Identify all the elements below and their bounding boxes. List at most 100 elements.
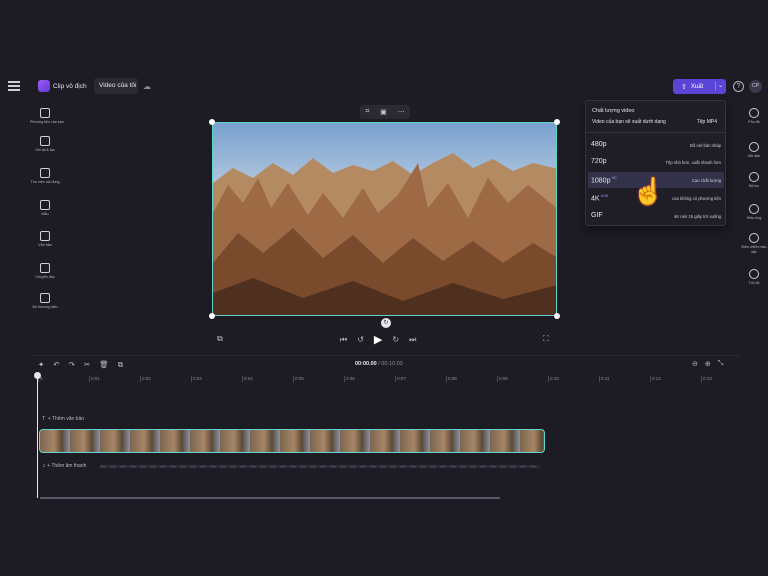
- quality-option-gif[interactable]: GIF 4K nén 15 giây trở xuống: [588, 208, 724, 224]
- templates-icon: [40, 200, 50, 210]
- zoom-in-icon[interactable]: ⊕: [705, 360, 711, 368]
- timeline-scrollbar[interactable]: [40, 497, 500, 499]
- resize-handle[interactable]: [209, 119, 215, 125]
- top-bar: Clip vô địch Video của tôi ☁ ⇧ Xuất ⌄ ? …: [8, 76, 768, 98]
- project-name-field[interactable]: Video của tôi: [94, 78, 138, 94]
- camera-icon: [40, 136, 50, 146]
- app-name: Clip vô địch: [53, 83, 87, 90]
- menu-subtitle: Video của bạn sẽ xuất dưới dạng: [592, 119, 666, 125]
- rotate-handle-icon[interactable]: ↻: [381, 318, 391, 328]
- ruler-tick: 0:08: [446, 376, 457, 382]
- help-icon[interactable]: ?: [733, 81, 744, 92]
- more-icon[interactable]: ⋯: [398, 108, 405, 116]
- hd-badge: HD: [611, 176, 617, 180]
- ruler-tick: 0:03: [191, 376, 202, 382]
- avatar[interactable]: CP: [749, 80, 762, 93]
- video-preview[interactable]: [212, 122, 557, 316]
- fit-icon[interactable]: ▣: [380, 108, 387, 116]
- undo-icon[interactable]: ↶: [53, 360, 59, 370]
- export-label: Xuất: [690, 83, 704, 90]
- magic-icon[interactable]: ✦: [38, 360, 44, 370]
- duplicate-icon[interactable]: ⧉: [118, 360, 123, 370]
- speed-icon: [749, 269, 759, 279]
- sidebar-item-fade[interactable]: Mờ dần: [740, 142, 768, 159]
- export-format: Tệp MP4: [696, 119, 717, 125]
- resize-handle[interactable]: [209, 313, 215, 319]
- music-icon: ♫: [42, 463, 46, 469]
- sidebar-item-media[interactable]: Phương tiện của bạn: [30, 108, 64, 125]
- screenshot-icon[interactable]: ⧉: [217, 334, 223, 344]
- export-button[interactable]: ⇧ Xuất ⌄: [673, 79, 726, 94]
- ruler-tick: 0:01: [89, 376, 100, 382]
- divider: [715, 82, 716, 91]
- timecode: 00:00.00 / 00:10.03: [355, 361, 403, 367]
- fit-timeline-icon[interactable]: ⤡: [718, 360, 724, 368]
- delete-icon[interactable]: 🗑: [99, 360, 109, 370]
- sidebar-item-text[interactable]: Văn bản: [30, 231, 60, 248]
- timeline-ruler: 0 0:01 0:02 0:03 0:04 0:05 0:06 0:07 0:0…: [38, 376, 738, 386]
- ruler-tick: 0:05: [293, 376, 304, 382]
- quality-option-480p[interactable]: 480p Đồ nét bản nháp: [588, 137, 724, 153]
- quality-option-720p[interactable]: 720p Tệp nhỏ hơn, xuất nhanh hơn: [588, 154, 724, 170]
- ruler-tick: 0:12: [650, 376, 661, 382]
- video-clip[interactable]: [39, 429, 545, 453]
- fullscreen-icon[interactable]: ⛶: [543, 334, 549, 344]
- option-description: 4K nén 15 giây trở xuống: [674, 214, 721, 219]
- option-description: Cao chất lượng: [691, 178, 721, 183]
- cloud-sync-icon[interactable]: ☁: [143, 82, 151, 91]
- forward-5-icon[interactable]: ↻: [392, 335, 399, 344]
- text-icon: [40, 231, 50, 241]
- app-logo-icon: [38, 80, 50, 92]
- playback-controls: ⏮ ↺ ▶ ↻ ⏭: [340, 333, 416, 346]
- sidebar-item-library[interactable]: Thư viện nội dung: [30, 168, 60, 185]
- sidebar-item-record[interactable]: Ghi lại & tạo: [30, 136, 60, 153]
- effects-icon: [749, 204, 759, 214]
- hoodoo-landscape: [213, 153, 556, 315]
- transitions-icon: [40, 263, 50, 273]
- menu-title: Chất lượng video: [592, 108, 635, 114]
- color-icon: [749, 233, 759, 243]
- sidebar-item-brand[interactable]: Bộ thương hiệu: [30, 293, 60, 310]
- hand-cursor-icon: ☝: [632, 176, 665, 206]
- preview-toolbar: ⌗ ▣ ⋯: [360, 105, 410, 119]
- play-icon[interactable]: ▶: [374, 333, 382, 346]
- brand-icon: [40, 293, 50, 303]
- option-resolution: 720p: [591, 158, 607, 165]
- ruler-tick: 0:06: [344, 376, 355, 382]
- upload-icon: ⇧: [681, 83, 687, 91]
- resize-handle[interactable]: [554, 313, 560, 319]
- ruler-tick: 0:04: [242, 376, 253, 382]
- sidebar-item-captions[interactable]: Phụ đề: [740, 108, 768, 125]
- ruler-tick: 0:10: [548, 376, 559, 382]
- option-resolution: GIF: [591, 212, 603, 219]
- cut-icon[interactable]: ✂: [84, 360, 90, 370]
- export-quality-menu: Chất lượng video Video của bạn sẽ xuất d…: [585, 100, 726, 226]
- sidebar-item-color[interactable]: Điều chỉnh màu sắc: [740, 233, 768, 254]
- skip-back-icon[interactable]: ⏮: [340, 335, 347, 345]
- zoom-out-icon[interactable]: ⊖: [692, 360, 698, 368]
- option-resolution: 4KUHD: [591, 194, 609, 203]
- library-icon: [40, 168, 50, 178]
- text-icon: T: [42, 416, 46, 422]
- chevron-down-icon[interactable]: ⌄: [718, 82, 723, 89]
- folder-icon: [40, 108, 50, 118]
- sidebar-item-effects[interactable]: Hiệu ứng: [740, 204, 768, 221]
- ruler-tick: 0:11: [599, 376, 610, 382]
- fade-icon: [749, 142, 759, 152]
- skip-forward-icon[interactable]: ⏭: [409, 335, 416, 345]
- resize-handle[interactable]: [554, 119, 560, 125]
- sidebar-item-speed[interactable]: Tốc độ: [740, 269, 768, 286]
- video-editor-app: Clip vô địch Video của tôi ☁ ⇧ Xuất ⌄ ? …: [8, 76, 768, 499]
- add-text-track[interactable]: T + Thêm văn bản: [42, 416, 84, 422]
- sidebar-item-templates[interactable]: Mẫu: [30, 200, 60, 217]
- sidebar-item-filter[interactable]: Bộ lọc: [740, 172, 768, 189]
- crop-icon[interactable]: ⌗: [365, 108, 369, 116]
- menu-icon[interactable]: [8, 81, 20, 91]
- redo-icon[interactable]: ↷: [69, 360, 75, 370]
- rewind-5-icon[interactable]: ↺: [357, 335, 364, 344]
- sidebar-item-transitions[interactable]: Chuyển tiếp: [30, 263, 60, 280]
- timeline-tools: ✦ ↶ ↷ ✂ 🗑 ⧉: [38, 360, 123, 370]
- ruler-tick: 0:09: [497, 376, 508, 382]
- option-description: Tệp nhỏ hơn, xuất nhanh hơn: [665, 160, 721, 165]
- playhead[interactable]: [34, 372, 41, 498]
